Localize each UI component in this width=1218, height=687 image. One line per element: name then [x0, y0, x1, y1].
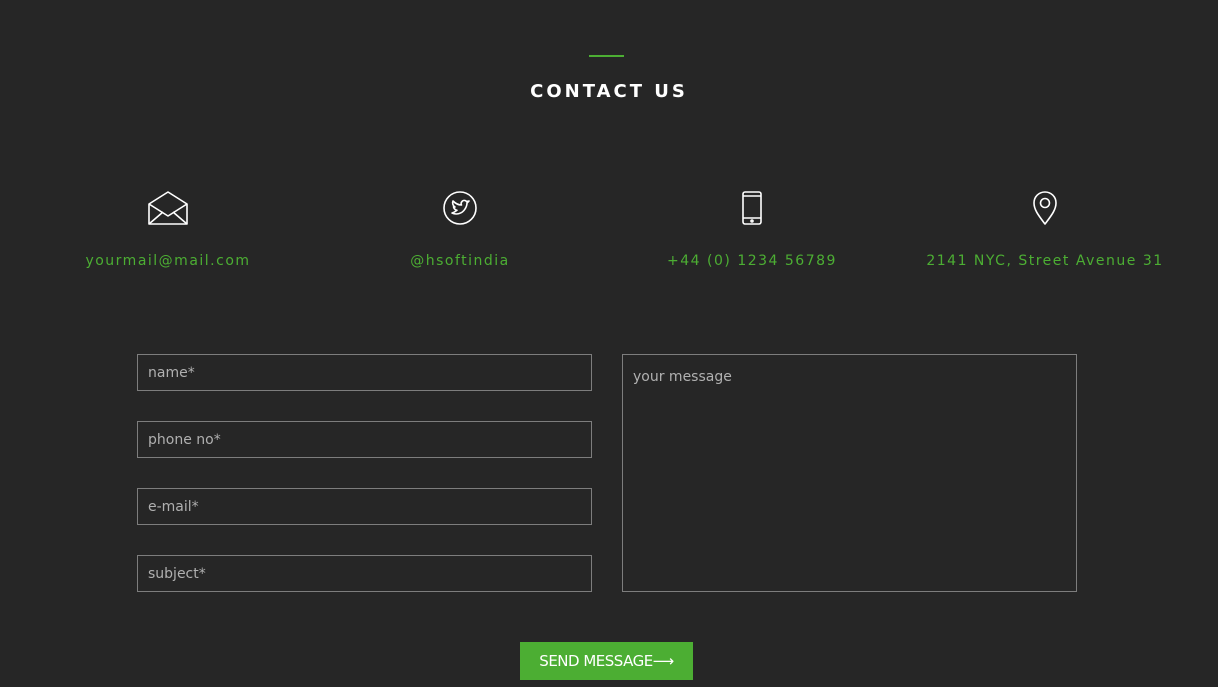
subject-field[interactable] [137, 555, 592, 592]
phone-field[interactable] [137, 421, 592, 458]
contact-twitter: @hsoftindia [310, 190, 610, 270]
name-field[interactable] [137, 354, 592, 391]
map-pin-icon [1023, 190, 1067, 226]
smartphone-icon [730, 190, 774, 226]
send-message-button[interactable]: SEND MESSAGE⟶ [520, 642, 693, 680]
email-field[interactable] [137, 488, 592, 525]
contact-email-text[interactable]: yourmail@mail.com [18, 252, 318, 270]
title-accent-line [589, 55, 624, 57]
contact-email: yourmail@mail.com [18, 190, 318, 270]
twitter-icon [438, 190, 482, 226]
section-title: CONTACT US [530, 81, 688, 102]
envelope-open-icon [146, 190, 190, 226]
contact-twitter-text[interactable]: @hsoftindia [310, 252, 610, 270]
contact-address-text: 2141 NYC, Street Avenue 31 [926, 253, 1164, 269]
contact-phone: +44 (0) 1234 56789 [602, 190, 902, 270]
message-field[interactable] [622, 354, 1077, 592]
contact-phone-text[interactable]: +44 (0) 1234 56789 [602, 252, 902, 270]
contact-address: 2141 NYC, Street Avenue 31 [895, 190, 1195, 270]
